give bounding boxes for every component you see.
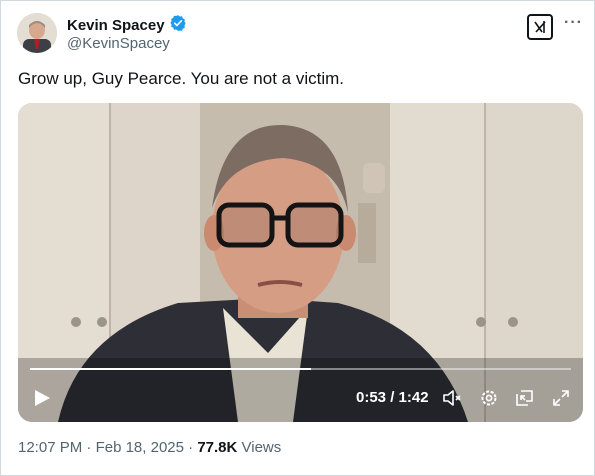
mute-icon[interactable] [442, 388, 462, 408]
video-player[interactable]: 0:53 / 1:42 [18, 103, 583, 422]
post-time[interactable]: 12:07 PM [18, 439, 82, 456]
post-date[interactable]: Feb 18, 2025 [96, 439, 184, 456]
video-controls: 0:53 / 1:42 [18, 362, 583, 422]
progress-bar[interactable] [30, 368, 571, 370]
author-name[interactable]: Kevin Spacey [67, 17, 165, 34]
verified-icon [169, 14, 187, 37]
fullscreen-icon[interactable] [551, 388, 571, 408]
author-handle[interactable]: @KevinSpacey [67, 35, 170, 52]
meta-dot: · [188, 439, 194, 456]
meta-dot: · [86, 439, 92, 456]
more-icon[interactable]: ··· [564, 14, 583, 32]
post-card: Kevin Spacey @KevinSpacey ··· Grow up, G… [0, 0, 595, 476]
current-time: 0:53 [356, 389, 387, 406]
video-time: 0:53 / 1:42 [356, 389, 429, 406]
post-meta: 12:07 PM · Feb 18, 2025 · 77.8K Views [18, 439, 281, 456]
author-row: Kevin Spacey [67, 14, 187, 37]
play-icon[interactable] [32, 388, 52, 408]
views-label: Views [241, 439, 282, 456]
post-text: Grow up, Guy Pearce. You are not a victi… [18, 69, 344, 88]
time-separator: / [390, 389, 395, 406]
pip-icon[interactable] [515, 388, 535, 408]
views-count: 77.8K [197, 439, 238, 456]
progress-fill [30, 368, 312, 370]
duration: 1:42 [398, 389, 429, 406]
grok-icon[interactable] [527, 14, 553, 40]
settings-icon[interactable] [479, 388, 499, 408]
avatar[interactable] [17, 13, 57, 53]
